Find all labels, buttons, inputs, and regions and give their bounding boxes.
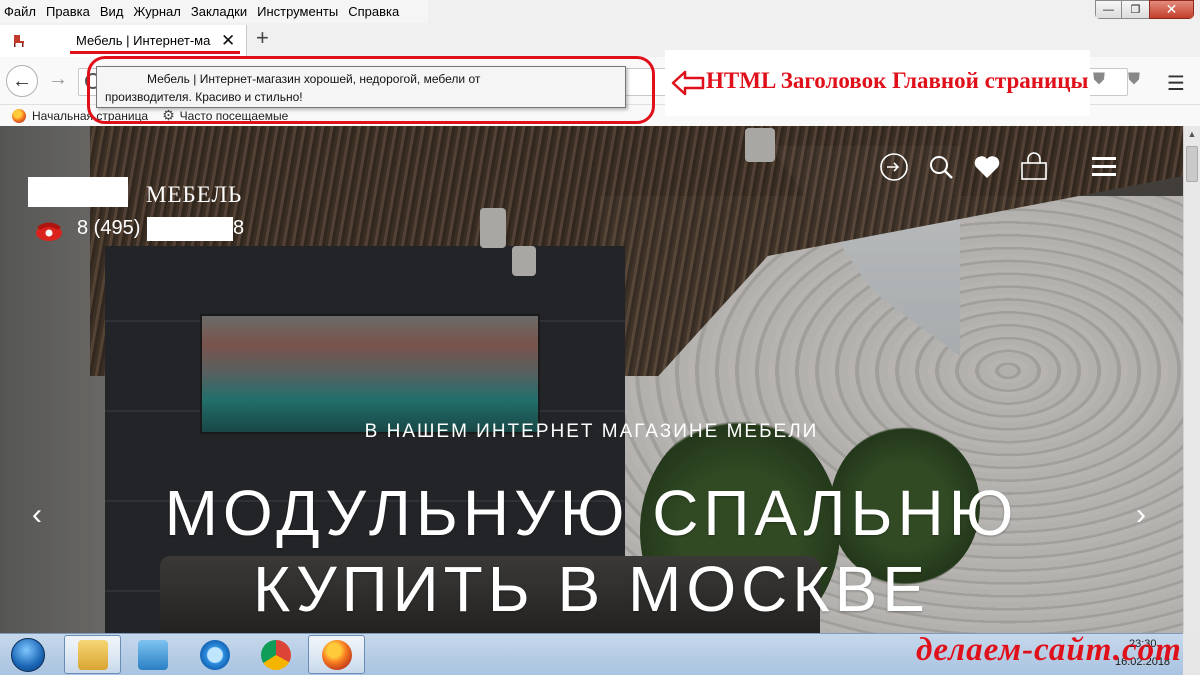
annotation-underline	[70, 51, 240, 54]
scroll-thumb[interactable]	[1186, 146, 1198, 182]
taskbar-media-player[interactable]	[124, 635, 181, 674]
extension-icon[interactable]: ⛊	[1128, 71, 1146, 89]
taskbar-firefox[interactable]	[308, 635, 365, 674]
restore-button[interactable]: ❐	[1122, 0, 1149, 19]
hero-subtitle: В НАШЕМ ИНТЕРНЕТ МАГАЗИНЕ МЕБЕЛИ	[364, 421, 819, 442]
firefox-icon	[321, 639, 352, 670]
page-scrollbar[interactable]: ▲	[1183, 126, 1200, 633]
tab-redacted-area	[32, 33, 70, 49]
menu-tools[interactable]: Инструменты	[257, 4, 338, 19]
explorer-icon	[77, 639, 108, 670]
internet-explorer-icon	[199, 639, 230, 670]
hero-title-line2: КУПИТЬ В МОСКВЕ	[253, 553, 930, 625]
media-player-icon	[137, 639, 168, 670]
annotation-oval	[87, 56, 655, 124]
annotation-text: HTML Заголовок Главной страницы	[706, 68, 1089, 93]
watermark: делаем-сайт.com	[916, 632, 1182, 668]
tab-close-icon[interactable]: ✕	[221, 31, 235, 51]
heart-icon-svg	[974, 156, 1000, 178]
menu-edit[interactable]: Правка	[46, 4, 90, 19]
new-tab-button[interactable]: +	[256, 25, 269, 51]
cart-icon[interactable]	[1017, 150, 1051, 184]
cart-icon-svg	[1021, 152, 1047, 180]
chrome-icon	[260, 639, 291, 670]
menu-line	[1092, 157, 1116, 160]
browser-menu-icon[interactable]: ☰	[1167, 71, 1185, 96]
search-icon[interactable]	[924, 150, 958, 184]
login-icon[interactable]	[877, 150, 911, 184]
chair-favicon-icon	[14, 35, 24, 47]
menu-line	[1092, 173, 1116, 176]
menu-line	[1092, 165, 1116, 168]
close-window-button[interactable]: ✕	[1149, 0, 1194, 19]
shield-icon[interactable]: ⛊	[1093, 71, 1111, 89]
scrollbar-corner	[1183, 633, 1200, 675]
menu-strip: Файл Правка Вид Журнал Закладки Инструме…	[0, 0, 428, 23]
phone-prefix[interactable]: 8 (495)	[77, 217, 140, 240]
forward-button[interactable]: →	[48, 68, 68, 91]
taskbar-internet-explorer[interactable]	[186, 635, 243, 674]
arrow-left-icon: ←	[12, 69, 32, 92]
taskbar-chrome[interactable]	[247, 635, 304, 674]
minimize-button[interactable]: —	[1095, 0, 1122, 19]
menu-help[interactable]: Справка	[348, 4, 399, 19]
slider-next-icon[interactable]: ›	[1136, 498, 1146, 532]
menu-bar: Файл Правка Вид Журнал Закладки Инструме…	[0, 0, 1200, 23]
menu-view[interactable]: Вид	[100, 4, 124, 19]
back-button[interactable]: ←	[6, 65, 38, 97]
site-menu-icon[interactable]	[1092, 157, 1116, 177]
phone-icon	[36, 222, 62, 241]
site-logo[interactable]: МЕБЕЛЬ	[146, 182, 242, 208]
scroll-up-icon[interactable]: ▲	[1184, 126, 1200, 143]
phone-redacted-area	[147, 217, 233, 241]
annotation-arrow-icon	[671, 70, 705, 96]
menu-file[interactable]: Файл	[4, 4, 36, 19]
hero-title-line1: МОДУЛЬНУЮ СПАЛЬНЮ	[164, 477, 1019, 549]
logo-redacted-area	[28, 177, 128, 207]
start-button[interactable]	[2, 636, 54, 674]
login-icon-svg	[880, 153, 908, 181]
hero-title: МОДУЛЬНУЮ СПАЛЬНЮ КУПИТЬ В МОСКВЕ	[0, 475, 1183, 627]
firefox-icon	[12, 108, 26, 123]
tab-title: Мебель | Интернет-ма	[76, 33, 211, 48]
menu-history[interactable]: Журнал	[133, 4, 180, 19]
phone-suffix[interactable]: 8	[233, 217, 244, 240]
windows-logo-icon	[11, 638, 45, 672]
heart-icon[interactable]	[970, 150, 1004, 184]
taskbar-explorer[interactable]	[64, 635, 121, 674]
window-controls: — ❐ ✕	[1095, 0, 1194, 19]
search-icon-svg	[930, 156, 953, 179]
menu-bookmarks[interactable]: Закладки	[191, 4, 247, 19]
slider-prev-icon[interactable]: ‹	[32, 498, 42, 532]
